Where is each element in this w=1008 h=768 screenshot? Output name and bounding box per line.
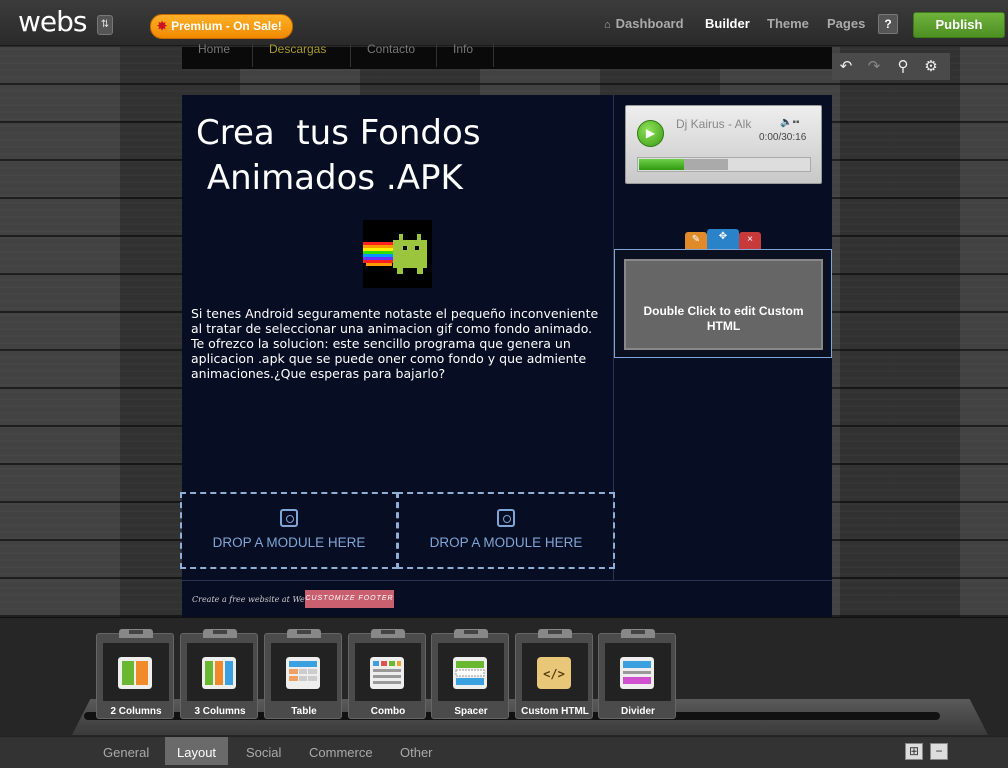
module-drawer: 2 Columns 3 Columns Table Combo Spacer <…: [0, 617, 1008, 768]
page-title[interactable]: Crea tus Fondos Animados .APK: [196, 111, 596, 201]
drop-zone-label: DROP A MODULE HERE: [212, 535, 366, 550]
site-menu: Home Descargas Contacto Info: [182, 43, 832, 69]
top-bar: webs ⇅ ✸ Premium - On Sale! ⌂ Dashboard Bu…: [0, 0, 1008, 46]
play-icon[interactable]: ▶: [637, 120, 664, 147]
custom-html-placeholder[interactable]: Double Click to edit Custom HTML: [624, 259, 823, 350]
drag-handle[interactable]: [454, 629, 488, 638]
svg-text:</>: </>: [543, 667, 565, 681]
menu-item-descargas[interactable]: Descargas: [253, 43, 351, 67]
menu-item-contacto[interactable]: Contacto: [351, 43, 437, 67]
module-category-tabs: General Layout Social Commerce Other ⊞ −: [0, 736, 1008, 768]
move-icon[interactable]: ✥: [707, 229, 739, 249]
drag-handle[interactable]: [538, 629, 572, 638]
footer-divider: [182, 580, 832, 581]
three-columns-icon: [202, 657, 236, 689]
module-label: Spacer: [454, 706, 488, 717]
module-label: Table: [291, 706, 317, 717]
android-nyan-image[interactable]: [363, 220, 432, 288]
module-spacer[interactable]: Spacer: [431, 629, 509, 719]
drag-handle[interactable]: [621, 629, 655, 638]
progress-bar[interactable]: [637, 157, 811, 172]
nav-pages[interactable]: Pages: [827, 16, 865, 31]
divider-icon: [620, 657, 654, 689]
gear-icon[interactable]: ⚙: [921, 57, 941, 77]
volume-icon[interactable]: 🔈▪▪: [780, 117, 800, 128]
body-paragraph[interactable]: Si tenes Android seguramente notaste el …: [191, 306, 606, 381]
undo-icon[interactable]: ↶: [836, 57, 856, 77]
drag-handle[interactable]: [203, 629, 237, 638]
tab-social[interactable]: Social: [234, 737, 293, 765]
module-label: 3 Columns: [194, 706, 246, 717]
nav-dashboard-label: Dashboard: [615, 16, 684, 31]
spacer-icon: [453, 657, 487, 689]
publish-button[interactable]: Publish: [913, 12, 1005, 38]
drop-zone-label: DROP A MODULE HERE: [429, 535, 583, 550]
nav-builder[interactable]: Builder: [705, 16, 750, 31]
premium-button[interactable]: ✸ Premium - On Sale!: [150, 14, 293, 39]
module-divider[interactable]: Divider: [598, 629, 676, 719]
drag-handle[interactable]: [371, 629, 405, 638]
edit-toolbar: ↶ ↷ ⚲ ⚙: [832, 53, 950, 80]
code-icon: </>: [537, 657, 571, 689]
premium-label: Premium - On Sale!: [171, 19, 282, 33]
module-icon: [497, 509, 515, 527]
star-icon: ✸: [157, 19, 168, 33]
minimize-icon[interactable]: −: [930, 743, 948, 760]
tab-general[interactable]: General: [91, 737, 161, 765]
drag-handle[interactable]: [287, 629, 321, 638]
help-button[interactable]: ?: [878, 14, 898, 34]
module-table[interactable]: Table: [264, 629, 342, 719]
search-icon[interactable]: ⚲: [893, 57, 913, 77]
redo-icon[interactable]: ↷: [864, 57, 884, 77]
two-columns-icon: [118, 657, 152, 689]
tab-layout[interactable]: Layout: [165, 737, 229, 765]
table-icon: [286, 657, 320, 689]
custom-html-module[interactable]: Double Click to edit Custom HTML: [614, 249, 832, 358]
tab-other[interactable]: Other: [388, 737, 445, 765]
combo-icon: [370, 657, 404, 689]
audio-player[interactable]: ▶ Dj Kairus - Alk 🔈▪▪ 0:00/30:16: [625, 105, 822, 184]
menu-item-info[interactable]: Info: [437, 43, 494, 67]
module-label: Custom HTML: [521, 706, 589, 717]
menu-item-home[interactable]: Home: [182, 43, 253, 67]
module-3-columns[interactable]: 3 Columns: [180, 629, 258, 719]
close-icon[interactable]: ×: [739, 232, 761, 249]
site-switcher-button[interactable]: ⇅: [97, 15, 113, 35]
webs-logo[interactable]: webs: [18, 5, 87, 38]
drag-handle[interactable]: [119, 629, 153, 638]
module-label: Combo: [370, 706, 406, 717]
grid-view-icon[interactable]: ⊞: [905, 743, 923, 760]
module-icon: [280, 509, 298, 527]
nav-dashboard[interactable]: ⌂ Dashboard: [604, 16, 684, 31]
module-label: 2 Columns: [110, 706, 162, 717]
module-combo[interactable]: Combo: [348, 629, 426, 719]
module-label: Divider: [621, 706, 655, 717]
drop-zone-left[interactable]: DROP A MODULE HERE: [180, 492, 398, 569]
drop-zone-right[interactable]: DROP A MODULE HERE: [397, 492, 615, 569]
nav-theme[interactable]: Theme: [767, 16, 809, 31]
module-2-columns[interactable]: 2 Columns: [96, 629, 174, 719]
track-time: 0:00/30:16: [759, 132, 807, 143]
track-title: Dj Kairus - Alk: [676, 117, 752, 131]
edit-pencil-icon[interactable]: ✎: [685, 232, 707, 249]
customize-footer-button[interactable]: CUSTOMIZE FOOTER: [305, 590, 394, 608]
tab-commerce[interactable]: Commerce: [297, 737, 385, 765]
home-icon: ⌂: [604, 19, 611, 31]
progress-buffer: [684, 159, 728, 170]
progress-fill: [639, 159, 684, 170]
module-custom-html[interactable]: </> Custom HTML: [515, 629, 593, 719]
